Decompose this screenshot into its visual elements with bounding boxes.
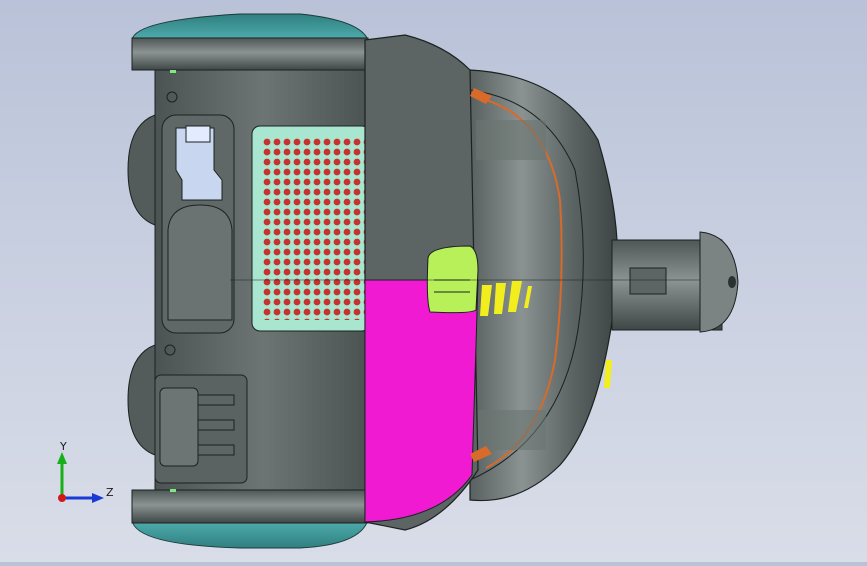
- axis-triad: Y Z: [57, 440, 114, 503]
- green-tab: [426, 245, 479, 314]
- top-cap: [131, 13, 369, 71]
- y-axis-head: [57, 452, 67, 464]
- glint: [170, 489, 176, 492]
- origin-dot: [58, 494, 66, 502]
- outlet-tube: [611, 231, 739, 333]
- glint: [170, 70, 176, 73]
- z-axis-head: [92, 493, 104, 503]
- cad-model[interactable]: [0, 0, 867, 562]
- connector-port: [154, 374, 248, 484]
- vent-grille: [251, 125, 371, 332]
- z-axis-label: Z: [106, 486, 114, 499]
- motor-dome: [469, 69, 619, 502]
- graphics-viewport[interactable]: [0, 0, 867, 562]
- connector-slot: [161, 114, 235, 334]
- y-axis-label: Y: [59, 440, 67, 453]
- bottom-cap: [131, 489, 369, 549]
